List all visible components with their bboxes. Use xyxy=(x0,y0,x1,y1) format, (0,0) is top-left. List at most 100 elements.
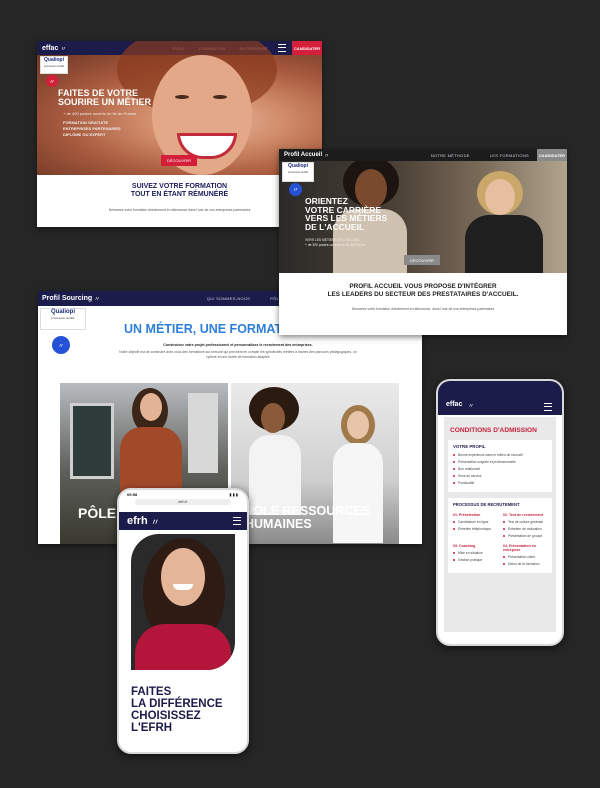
effac-discover-button[interactable]: Découvrir xyxy=(161,155,197,166)
qualiopi-sub: processus certifié xyxy=(51,316,75,320)
process-step: 01. Présélection Candidature en ligne En… xyxy=(453,513,491,531)
eye-right xyxy=(213,95,227,99)
profil-accueil-mockup: Profil Accueil 〃 Notre méthode Les forma… xyxy=(279,149,567,335)
accueil-subtitle-line: les leaders du secteur des prestataires … xyxy=(327,290,519,298)
effac-logo-mark-icon: 〃 xyxy=(60,46,67,53)
qualiopi-sub: processus certifié xyxy=(287,171,309,174)
accueil-small-line: + de 300 postes ouverts en île-de-France xyxy=(305,242,366,247)
effac-headline-line: sourire un métier xyxy=(58,97,152,108)
accueil-small-text: Vers les métiers de l'accueil + de 300 p… xyxy=(305,238,365,248)
sourcing-logo-mark-icon: 〃 xyxy=(94,297,101,303)
efrh-woman-top xyxy=(135,624,231,670)
person-top xyxy=(249,435,301,515)
effac-phone-mockup: effac 〃 Conditions d'admission Votre pro… xyxy=(436,379,564,646)
sourcing-circle-logo-icon: 〃 xyxy=(52,336,70,354)
accueil-discover-button[interactable]: Découvrir xyxy=(404,255,440,265)
eye-left xyxy=(175,95,189,99)
person-face xyxy=(261,403,285,433)
building-window xyxy=(70,403,114,479)
pole-panel-right-label: Pôle ressources humaines xyxy=(245,505,370,530)
woman2-jacket xyxy=(465,215,543,273)
effac-bullet: Diplôme ou expert xyxy=(63,132,106,137)
process-title: Processus de recrutement xyxy=(453,502,520,507)
sourcing-nav: Qui sommes-nous Pôle xyxy=(207,296,282,301)
effac-offer-block: + de 400 postes ouverts en île-de-France… xyxy=(63,111,136,138)
qualiopi-title: Qualiopi xyxy=(51,309,75,315)
panel-right-line: humaines xyxy=(245,516,312,531)
qualiopi-title: Qualiopi xyxy=(288,163,308,169)
process-grid: 01. Présélection Candidature en ligne En… xyxy=(453,513,547,569)
effac-candidate-button[interactable]: Candidater xyxy=(292,41,322,55)
effac-phone-logo[interactable]: effac xyxy=(446,401,462,408)
efrh-navbar: efrh 〃 xyxy=(119,512,247,530)
process-card: Processus de recrutement 01. Présélectio… xyxy=(448,498,552,573)
efrh-woman-smile xyxy=(173,584,193,590)
qualiopi-title: Qualiopi xyxy=(44,57,64,63)
url-bar[interactable]: efrh.fr xyxy=(135,499,231,505)
pole-panel-right[interactable]: Pôle ressources humaines xyxy=(231,383,399,544)
accueil-circle-logo-icon: 〃 xyxy=(289,183,302,196)
accueil-body-text: Démarrez votre formation directement en … xyxy=(351,307,495,311)
profile-item: Bon relationnel xyxy=(453,467,547,471)
effac-headline: Faites de votre sourire un métier xyxy=(58,88,152,108)
sourcing-nav-item[interactable]: Qui sommes-nous xyxy=(207,296,250,301)
effac-circle-logo-icon: 〃 xyxy=(46,75,58,87)
efrh-logo[interactable]: efrh xyxy=(127,515,148,527)
process-step: 02. Test de recrutement Test de culture … xyxy=(503,513,544,538)
menu-icon[interactable] xyxy=(544,403,552,411)
qualiopi-badge: Qualiopi processus certifié xyxy=(282,162,314,182)
profile-item: Ponctualité xyxy=(453,481,547,485)
efrh-headline-line: choisissez xyxy=(131,710,201,723)
accueil-headline: Orientez votre carrière vers les métiers… xyxy=(305,197,387,232)
qualiopi-sub: processus certifié xyxy=(43,65,65,68)
efrh-headline-line: l'EFRH xyxy=(131,722,173,735)
effac-phone-navbar: effac 〃 xyxy=(438,381,562,415)
url-text: efrh.fr xyxy=(178,500,188,504)
efrh-headline: Faites la différence choisissez l'EFRH xyxy=(131,686,223,734)
admission-title: Conditions d'admission xyxy=(450,427,537,434)
accueil-nav-item[interactable]: Notre méthode xyxy=(431,153,470,158)
accueil-subtitle: Profil accueil vous propose d'intégrer l… xyxy=(279,283,567,298)
effac-logo[interactable]: effac xyxy=(42,45,58,52)
qualiopi-badge: Qualiopi processus certifié xyxy=(40,56,68,74)
process-step: 03. Coaching Mise en situation Gestion p… xyxy=(453,544,483,562)
efrh-logo-mark-icon: 〃 xyxy=(150,516,160,527)
qualiopi-badge: Qualiopi processus certifié xyxy=(40,308,86,330)
efrh-headline-line: Faites xyxy=(131,686,172,698)
status-time: 09:58 xyxy=(127,492,138,497)
sourcing-logo[interactable]: Profil Sourcing xyxy=(42,295,92,302)
efrh-phone-mockup: 09:58 ▮▮▮ efrh.fr efrh 〃 Faites la diffé… xyxy=(117,488,249,754)
process-step: 04. Présentation en entreprise Présentat… xyxy=(503,544,540,566)
efrh-hero-photo xyxy=(131,534,235,670)
profile-card: Votre profil Bonne expérience dans le mi… xyxy=(448,440,552,492)
accueil-logo[interactable]: Profil Accueil xyxy=(284,152,322,158)
profile-item: Bonne expérience dans le milieu de l'acc… xyxy=(453,453,547,457)
effac-phone-logo-mark-icon: 〃 xyxy=(468,404,475,410)
woman2-face xyxy=(485,179,515,215)
pole-panel-left-label: Pôle xyxy=(78,505,117,521)
accueil-candidate-button[interactable]: Candidater xyxy=(537,149,567,161)
person2-face xyxy=(347,411,369,439)
accueil-logo-mark-icon: 〃 xyxy=(324,152,330,159)
profile-item: Présentation soignée et professionnelle xyxy=(453,460,547,464)
accueil-headline-line: de l'accueil xyxy=(305,221,365,232)
sourcing-intro-bold: Construisez votre projet professionnel e… xyxy=(163,343,313,347)
efrh-headline-line: la différence xyxy=(131,698,223,711)
accueil-subtitle-line: Profil accueil vous propose d'intégrer xyxy=(349,283,497,290)
efrh-woman-face xyxy=(161,548,205,606)
menu-icon[interactable] xyxy=(233,517,241,525)
menu-icon[interactable] xyxy=(278,44,286,52)
accueil-nav: Notre méthode Les formations xyxy=(431,153,529,158)
building-window xyxy=(188,393,218,473)
sourcing-intro: Notre objectif est de construire avec vo… xyxy=(119,350,357,360)
woman-face xyxy=(140,393,162,421)
effac-offer-line: + de 400 postes ouverts en île-de-France xyxy=(63,111,137,116)
phone-status-bar: 09:58 ▮▮▮ xyxy=(119,490,247,499)
admission-panel: Conditions d'admission Votre profil Bonn… xyxy=(444,417,556,632)
accueil-navbar: Profil Accueil 〃 Notre méthode Les forma… xyxy=(279,149,567,161)
panel-right-line: Pôle ressources xyxy=(245,504,371,518)
signal-icon: ▮▮▮ xyxy=(229,492,239,497)
profile-item: Sens du service xyxy=(453,474,547,478)
profile-title: Votre profil xyxy=(453,444,486,449)
accueil-nav-item[interactable]: Les formations xyxy=(490,153,529,158)
